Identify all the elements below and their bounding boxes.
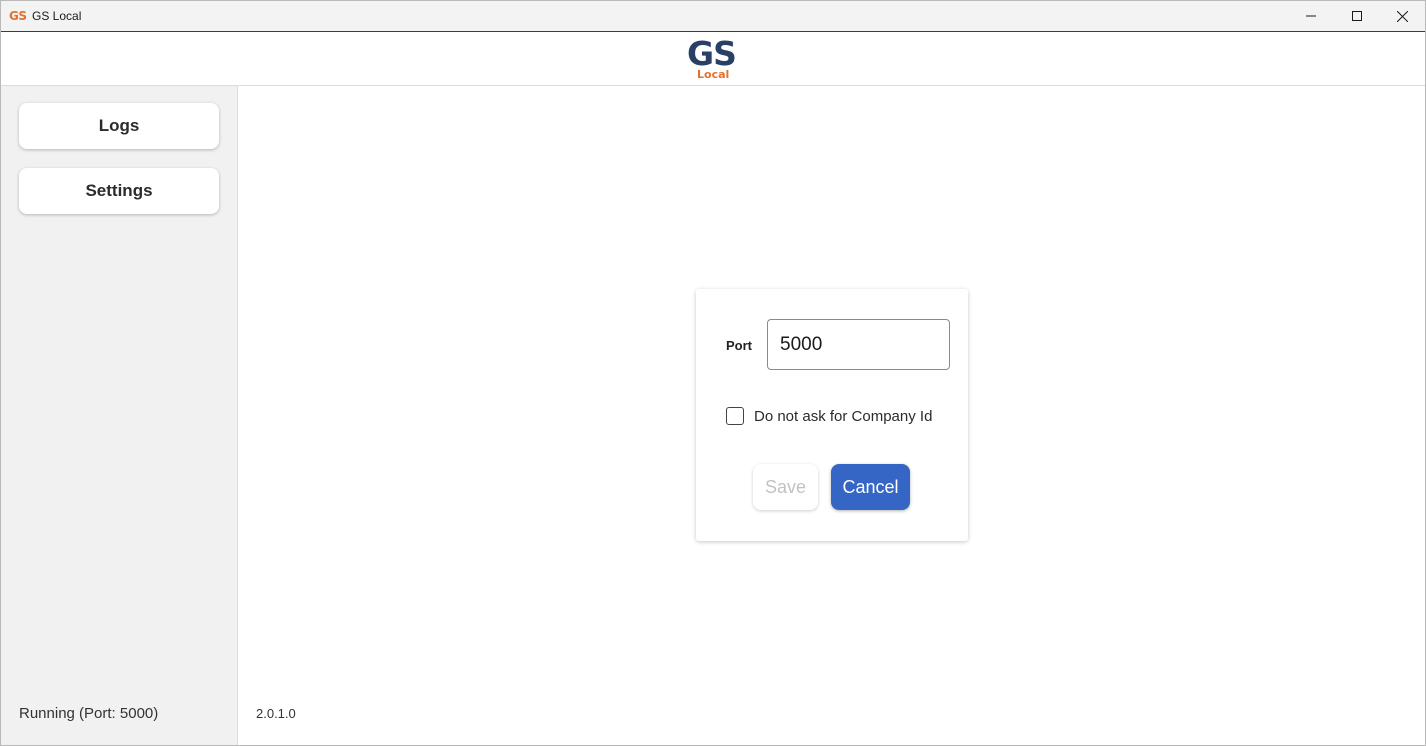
brand-logo: GS Local (687, 36, 743, 82)
main-content: Port Do not ask for Company Id Save Canc… (238, 86, 1425, 745)
company-id-checkbox-row[interactable]: Do not ask for Company Id (726, 407, 932, 425)
app-window: GS GS Local GS Local Logs Settings Runni… (0, 0, 1426, 746)
settings-card: Port Do not ask for Company Id Save Canc… (696, 289, 968, 541)
status-text: Running (Port: 5000) (19, 705, 159, 722)
window-title: GS Local (32, 9, 82, 23)
maximize-icon (1352, 11, 1362, 21)
close-button[interactable] (1379, 1, 1425, 31)
version-label: 2.0.1.0 (256, 706, 296, 721)
company-id-checkbox-label[interactable]: Do not ask for Company Id (754, 408, 932, 425)
minimize-icon (1306, 15, 1316, 17)
save-button[interactable]: Save (753, 464, 818, 510)
maximize-button[interactable] (1334, 1, 1380, 31)
port-input[interactable] (767, 319, 950, 370)
sidebar-item-settings[interactable]: Settings (19, 168, 219, 214)
minimize-button[interactable] (1288, 1, 1334, 31)
title-bar: GS GS Local (1, 1, 1425, 32)
brand-logo-main: GS (687, 34, 737, 73)
cancel-button[interactable]: Cancel (831, 464, 910, 510)
port-label: Port (726, 338, 752, 353)
app-header: GS Local (1, 32, 1425, 86)
sidebar-item-logs[interactable]: Logs (19, 103, 219, 149)
close-icon (1396, 10, 1408, 22)
sidebar: Logs Settings Running (Port: 5000) (1, 86, 238, 745)
company-id-checkbox[interactable] (726, 407, 744, 425)
app-logo-icon: GS (9, 9, 27, 23)
brand-logo-sub: Local (697, 68, 730, 81)
